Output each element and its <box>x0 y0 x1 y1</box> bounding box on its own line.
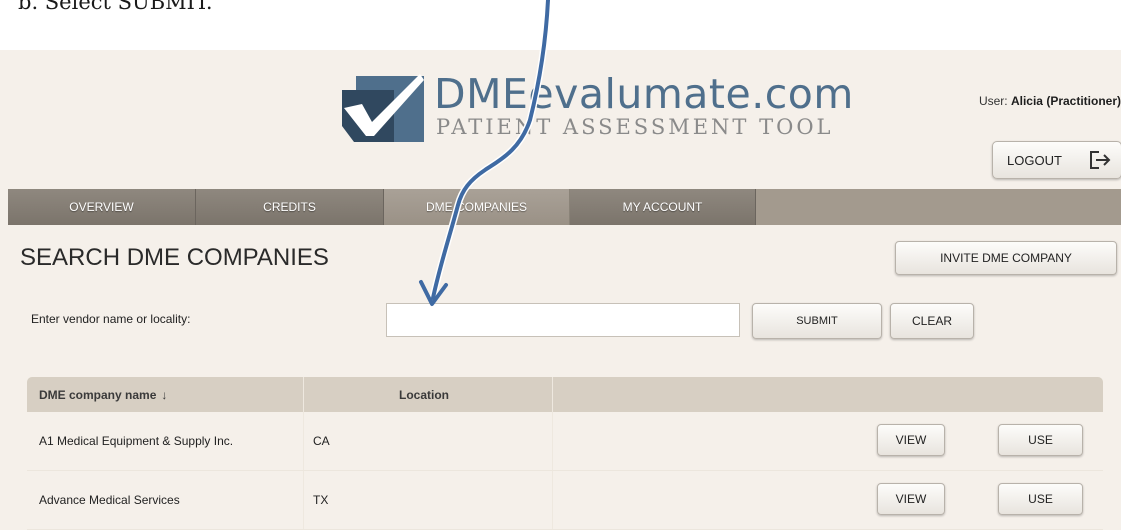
tab-my-account[interactable]: MY ACCOUNT <box>570 189 756 225</box>
column-header-location: Location <box>399 377 449 412</box>
search-label: Enter vendor name or locality: <box>31 312 191 326</box>
use-label: USE <box>1028 492 1053 506</box>
column-divider <box>552 471 553 529</box>
tab-dme-companies[interactable]: DME COMPANIES <box>384 189 570 225</box>
column-divider <box>303 377 304 412</box>
tab-label: DME COMPANIES <box>425 200 528 214</box>
arrow-down-icon: ↓ <box>161 387 168 402</box>
tab-label: CREDITS <box>263 200 316 214</box>
column-divider <box>303 471 304 529</box>
column-divider <box>552 377 553 412</box>
company-name: Advance Medical Services <box>39 493 180 507</box>
view-label: VIEW <box>895 433 927 447</box>
user-name: Alicia (Practitioner) <box>1010 94 1121 108</box>
instruction-band: b. Select SUBMIT. <box>0 0 1121 50</box>
clear-label: CLEAR <box>911 314 952 328</box>
table-header: DME company name ↓ Location <box>27 377 1103 412</box>
logo-tagline: PATIENT ASSESSMENT TOOL <box>436 115 834 139</box>
view-button[interactable]: VIEW <box>877 424 945 456</box>
site-logo[interactable]: DMEevalumate.com PATIENT ASSESSMENT TOOL <box>340 70 870 150</box>
tab-label: OVERVIEW <box>69 200 134 214</box>
search-input[interactable] <box>386 303 740 337</box>
check-logo-icon <box>342 74 424 142</box>
table-row: Advance Medical Services TX VIEW USE <box>27 471 1103 530</box>
logout-button[interactable]: LOGOUT <box>992 141 1121 179</box>
use-label: USE <box>1028 433 1053 447</box>
column-label: Location <box>399 387 449 402</box>
use-button[interactable]: USE <box>998 483 1083 515</box>
instruction-text: b. Select SUBMIT. <box>18 0 213 14</box>
submit-label: SUBMIT <box>796 315 838 327</box>
invite-label: INVITE DME COMPANY <box>940 251 1072 265</box>
column-divider <box>552 412 553 470</box>
column-header-name[interactable]: DME company name ↓ <box>39 377 167 412</box>
view-button[interactable]: VIEW <box>877 483 945 515</box>
main-nav: OVERVIEW CREDITS DME COMPANIES MY ACCOUN… <box>8 189 1121 225</box>
tab-label: MY ACCOUNT <box>622 200 703 214</box>
invite-dme-company-button[interactable]: INVITE DME COMPANY <box>895 241 1117 275</box>
page-title: SEARCH DME COMPANIES <box>20 244 329 271</box>
user-prefix: User: <box>978 94 1008 108</box>
company-name: A1 Medical Equipment & Supply Inc. <box>39 434 234 448</box>
company-location: CA <box>313 434 330 448</box>
table-row: A1 Medical Equipment & Supply Inc. CA VI… <box>27 412 1103 471</box>
logo-name: DMEevalumate.com <box>434 70 854 118</box>
clear-button[interactable]: CLEAR <box>890 303 974 339</box>
logout-label: LOGOUT <box>1007 152 1062 168</box>
use-button[interactable]: USE <box>998 424 1083 456</box>
submit-button[interactable]: SUBMIT <box>752 303 882 339</box>
user-info: User: Alicia (Practitioner) <box>979 94 1121 108</box>
logout-icon <box>1090 151 1111 169</box>
company-location: TX <box>313 493 329 507</box>
column-label: DME company name <box>39 387 157 402</box>
dme-companies-table: DME company name ↓ Location A1 Medical E… <box>27 377 1103 530</box>
tab-overview[interactable]: OVERVIEW <box>8 189 196 225</box>
view-label: VIEW <box>895 492 927 506</box>
column-divider <box>303 412 304 470</box>
tab-credits[interactable]: CREDITS <box>196 189 384 225</box>
